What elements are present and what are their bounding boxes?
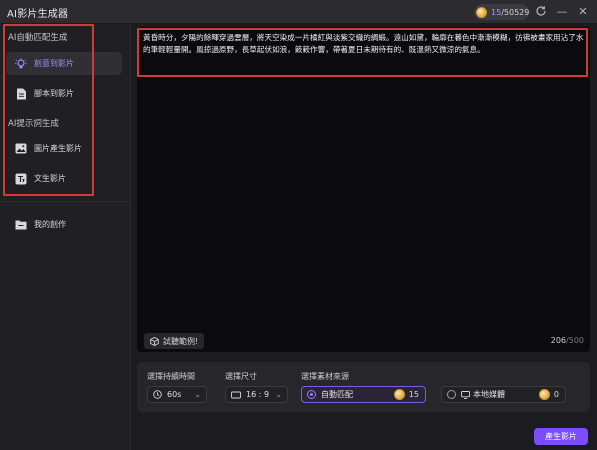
sidebar-item-script-to-video[interactable]: 腳本到影片 bbox=[6, 82, 122, 105]
radio-selected[interactable] bbox=[307, 390, 316, 399]
source-auto-cost: 15 bbox=[393, 389, 419, 400]
sidebar-item-label: 創意到影片 bbox=[34, 59, 74, 68]
char-counter: 206/500 bbox=[550, 336, 584, 345]
sidebar-item-label: 腳本到影片 bbox=[34, 89, 74, 98]
app-title: AI影片生成器 bbox=[7, 9, 69, 20]
sidebar-item-image-to-video[interactable]: 圖片產生影片 bbox=[6, 137, 122, 160]
sidebar-item-text-to-video[interactable]: 文生影片 bbox=[6, 167, 122, 190]
size-value: 16 : 9 bbox=[246, 390, 270, 399]
sidebar-item-label: 我的創作 bbox=[34, 220, 66, 229]
coin-icon bbox=[538, 389, 550, 400]
section-title-auto-match: AI自動匹配生成 bbox=[8, 33, 68, 43]
duration-select[interactable]: 60s ⌄ bbox=[147, 386, 207, 403]
radio-unselected[interactable] bbox=[447, 390, 456, 399]
source-label: 選擇素材來源 bbox=[301, 372, 349, 381]
source-auto-option[interactable]: 自動匹配 15 bbox=[301, 386, 426, 403]
example-button-label: 試聽範例! bbox=[163, 336, 199, 346]
credits-badge[interactable]: 15/50529 bbox=[474, 4, 529, 20]
source-auto-label: 自動匹配 bbox=[321, 390, 353, 399]
chevron-down-icon: ⌄ bbox=[275, 390, 282, 399]
folder-icon bbox=[14, 218, 28, 232]
section-title-prompt: AI提示詞生成 bbox=[8, 119, 59, 129]
coin-icon bbox=[393, 389, 405, 400]
sidebar-divider bbox=[0, 201, 131, 202]
size-label: 選擇尺寸 bbox=[225, 372, 257, 381]
clock-icon bbox=[153, 390, 162, 399]
refresh-icon[interactable] bbox=[534, 5, 548, 19]
bulb-icon bbox=[14, 57, 28, 71]
text-icon bbox=[14, 172, 28, 186]
coin-icon bbox=[476, 6, 487, 18]
minimize-button[interactable]: — bbox=[555, 5, 569, 19]
prompt-text[interactable]: 黃昏時分，夕陽的餘暉穿過雲層，將天空染成一片橘紅與淡紫交織的綢緞。遠山如黛，輪廓… bbox=[143, 32, 584, 55]
generate-video-button[interactable]: 產生影片 bbox=[534, 428, 588, 445]
cube-icon bbox=[150, 336, 159, 346]
document-icon bbox=[14, 87, 28, 101]
source-local-cost: 0 bbox=[538, 389, 559, 400]
sidebar-item-label: 圖片產生影片 bbox=[34, 144, 82, 153]
sidebar-item-label: 文生影片 bbox=[34, 174, 66, 183]
example-button[interactable]: 試聽範例! bbox=[144, 333, 205, 349]
close-button[interactable]: ✕ bbox=[576, 5, 590, 19]
sidebar-item-idea-to-video[interactable]: 創意到影片 bbox=[6, 52, 122, 75]
main-panel: 黃昏時分，夕陽的餘暉穿過雲層，將天空染成一片橘紅與淡紫交織的綢緞。遠山如黛，輪廓… bbox=[131, 24, 597, 450]
aspect-ratio-icon bbox=[231, 391, 241, 398]
duration-value: 60s bbox=[167, 390, 182, 399]
size-select[interactable]: 16 : 9 ⌄ bbox=[225, 386, 288, 403]
image-icon bbox=[14, 142, 28, 156]
source-local-label: 本地媒體 bbox=[473, 390, 505, 399]
chevron-down-icon: ⌄ bbox=[194, 390, 201, 399]
source-local-option[interactable]: 本地媒體 0 bbox=[441, 386, 566, 403]
duration-label: 選擇持續時間 bbox=[147, 372, 195, 381]
title-bar: AI影片生成器 15/50529 — ✕ bbox=[0, 0, 597, 24]
options-panel: 選擇持續時間 60s ⌄ 選擇尺寸 16 : 9 ⌄ 選擇素材來源 自動匹配 1… bbox=[137, 362, 590, 412]
credits-count: 15/50529 bbox=[491, 7, 530, 17]
sidebar: AI自動匹配生成 創意到影片 腳本到影片 AI提示詞生成 圖片產生影片 文生影片… bbox=[0, 24, 131, 450]
monitor-icon bbox=[461, 390, 470, 399]
sidebar-item-my-works[interactable]: 我的創作 bbox=[6, 213, 122, 236]
prompt-editor[interactable]: 黃昏時分，夕陽的餘暉穿過雲層，將天空染成一片橘紅與淡紫交織的綢緞。遠山如黛，輪廓… bbox=[137, 27, 590, 352]
